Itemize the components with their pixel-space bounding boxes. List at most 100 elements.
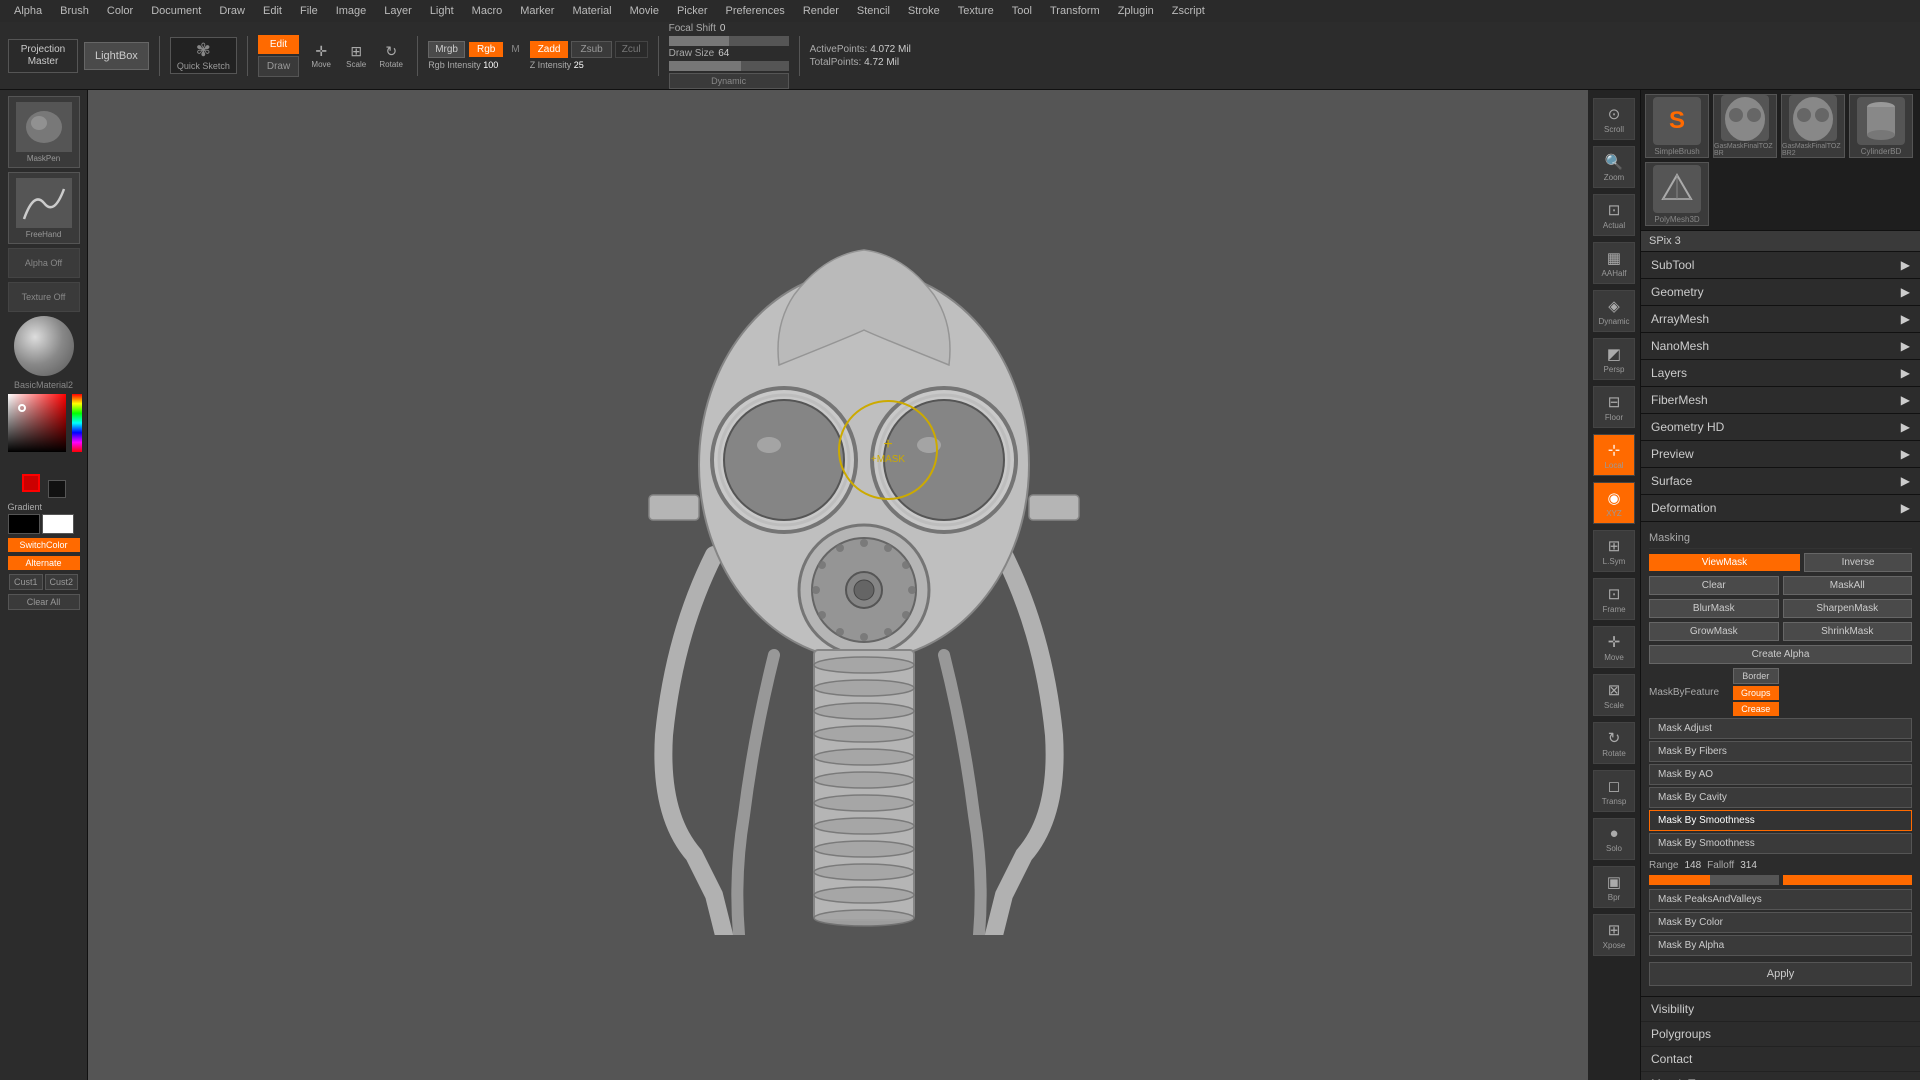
- growmask-button[interactable]: GrowMask: [1649, 622, 1779, 641]
- preview-header[interactable]: Preview ▶: [1641, 441, 1920, 467]
- cust1-button[interactable]: Cust1: [9, 574, 43, 590]
- brush-freehand[interactable]: FreeHand: [8, 172, 80, 244]
- fibermesh-header[interactable]: FiberMesh ▶: [1641, 387, 1920, 413]
- lsym-nav-button[interactable]: ⊞ L.Sym: [1593, 530, 1635, 572]
- xyz-nav-button[interactable]: ◉ XYZ: [1593, 482, 1635, 524]
- brush-maskpen[interactable]: MaskPen: [8, 96, 80, 168]
- geometry-header[interactable]: Geometry ▶: [1641, 279, 1920, 305]
- mask-by-ao-button[interactable]: Mask By AO: [1649, 764, 1912, 785]
- layers-header[interactable]: Layers ▶: [1641, 360, 1920, 386]
- color-picker[interactable]: [8, 394, 80, 458]
- xpose-nav-button[interactable]: ⊞ Xpose: [1593, 914, 1635, 956]
- zcul-button[interactable]: Zcul: [615, 41, 648, 58]
- texture-off-item[interactable]: Texture Off: [8, 282, 80, 312]
- visibility-item[interactable]: Visibility: [1641, 997, 1920, 1022]
- brush-preset-cylinder[interactable]: CylinderBD: [1849, 94, 1913, 158]
- menu-stroke[interactable]: Stroke: [900, 3, 948, 19]
- brush-preset-gasmask1[interactable]: GasMaskFinalTOZBR: [1713, 94, 1777, 158]
- contact-item[interactable]: Contact: [1641, 1047, 1920, 1072]
- persp-nav-button[interactable]: ◩ Persp: [1593, 338, 1635, 380]
- morph-target-item[interactable]: Morph Target: [1641, 1072, 1920, 1080]
- switch-color-button[interactable]: SwitchColor: [8, 538, 80, 552]
- menu-transform[interactable]: Transform: [1042, 3, 1108, 19]
- mrgb-button[interactable]: Mrgb: [428, 41, 465, 58]
- groups-button[interactable]: Groups: [1733, 686, 1779, 700]
- canvas-background[interactable]: + +MASK: [88, 90, 1640, 1080]
- local-nav-button[interactable]: ⊹ Local: [1593, 434, 1635, 476]
- solo-nav-button[interactable]: ● Solo: [1593, 818, 1635, 860]
- menu-zscript[interactable]: Zscript: [1164, 3, 1213, 19]
- menu-image[interactable]: Image: [328, 3, 375, 19]
- mask-by-smoothness-button[interactable]: Mask By Smoothness: [1649, 810, 1912, 831]
- cust2-button[interactable]: Cust2: [45, 574, 79, 590]
- surface-header[interactable]: Surface ▶: [1641, 468, 1920, 494]
- mask-by-fibers-button[interactable]: Mask By Fibers: [1649, 741, 1912, 762]
- menu-layer[interactable]: Layer: [376, 3, 420, 19]
- menu-alpha[interactable]: Alpha: [6, 3, 50, 19]
- arraymesh-header[interactable]: ArrayMesh ▶: [1641, 306, 1920, 332]
- inverse-button[interactable]: Inverse: [1804, 553, 1912, 572]
- border-button[interactable]: Border: [1733, 668, 1779, 684]
- alternate-button[interactable]: Alternate: [8, 556, 80, 570]
- rotate-nav-button[interactable]: ↻ Rotate: [1593, 722, 1635, 764]
- rgb-button[interactable]: Rgb: [469, 42, 503, 57]
- draw-button[interactable]: Draw: [258, 56, 299, 77]
- transp-nav-button[interactable]: ◻ Transp: [1593, 770, 1635, 812]
- focal-shift-slider[interactable]: [669, 36, 789, 46]
- mask-by-cavity-button[interactable]: Mask By Cavity: [1649, 787, 1912, 808]
- alpha-off-item[interactable]: Alpha Off: [8, 248, 80, 278]
- shrinkmask-button[interactable]: ShrinkMask: [1783, 622, 1913, 641]
- menu-color[interactable]: Color: [99, 3, 141, 19]
- move-tool[interactable]: ✛ Move: [305, 43, 337, 69]
- scroll-nav-button[interactable]: ⊙ Scroll: [1593, 98, 1635, 140]
- mask-by-alpha-button[interactable]: Mask By Alpha: [1649, 935, 1912, 956]
- apply-button[interactable]: Apply: [1649, 962, 1912, 986]
- mask-adjust-button[interactable]: Mask Adjust: [1649, 718, 1912, 739]
- sharpenmask-button[interactable]: SharpenMask: [1783, 599, 1913, 618]
- draw-size-slider[interactable]: [669, 61, 789, 71]
- menu-draw[interactable]: Draw: [211, 3, 253, 19]
- clear-mask-button[interactable]: Clear: [1649, 576, 1779, 595]
- actual-nav-button[interactable]: ⊡ Actual: [1593, 194, 1635, 236]
- menu-marker[interactable]: Marker: [512, 3, 562, 19]
- background-color[interactable]: [48, 480, 66, 498]
- createalpha-button[interactable]: Create Alpha: [1649, 645, 1912, 664]
- swatch-white[interactable]: [42, 514, 74, 534]
- menu-document[interactable]: Document: [143, 3, 209, 19]
- scale-nav-button[interactable]: ⊠ Scale: [1593, 674, 1635, 716]
- menu-preferences[interactable]: Preferences: [718, 3, 793, 19]
- menu-zplugin[interactable]: Zplugin: [1110, 3, 1162, 19]
- dynamic-button[interactable]: Dynamic: [669, 73, 789, 89]
- maskall-button[interactable]: MaskAll: [1783, 576, 1913, 595]
- deformation-header[interactable]: Deformation ▶: [1641, 495, 1920, 521]
- geometryhd-header[interactable]: Geometry HD ▶: [1641, 414, 1920, 440]
- frame-nav-button[interactable]: ⊡ Frame: [1593, 578, 1635, 620]
- blurmask-button[interactable]: BlurMask: [1649, 599, 1779, 618]
- menu-stencil[interactable]: Stencil: [849, 3, 898, 19]
- polygroups-item[interactable]: Polygroups: [1641, 1022, 1920, 1047]
- mask-by-smoothness2-button[interactable]: Mask By Smoothness: [1649, 833, 1912, 854]
- nanomesh-header[interactable]: NanoMesh ▶: [1641, 333, 1920, 359]
- brush-preset-simplebr[interactable]: S SimpleBrush: [1645, 94, 1709, 158]
- range-slider-bar[interactable]: [1649, 875, 1779, 885]
- menu-macro[interactable]: Macro: [464, 3, 511, 19]
- swatch-black[interactable]: [8, 514, 40, 534]
- color-hue-bar[interactable]: [72, 394, 82, 452]
- material-sphere[interactable]: [14, 316, 74, 376]
- menu-edit[interactable]: Edit: [255, 3, 290, 19]
- menu-material[interactable]: Material: [564, 3, 619, 19]
- menu-picker[interactable]: Picker: [669, 3, 716, 19]
- move-nav-button[interactable]: ✛ Move: [1593, 626, 1635, 668]
- zsub-button[interactable]: Zsub: [571, 41, 611, 58]
- falloff-slider-bar[interactable]: [1783, 875, 1913, 885]
- menu-render[interactable]: Render: [795, 3, 847, 19]
- menu-texture[interactable]: Texture: [950, 3, 1002, 19]
- quick-sketch-area[interactable]: ✾ Quick Sketch: [170, 37, 237, 74]
- menu-tool[interactable]: Tool: [1004, 3, 1040, 19]
- dynamic-nav-button[interactable]: ◈ Dynamic: [1593, 290, 1635, 332]
- menu-brush[interactable]: Brush: [52, 3, 97, 19]
- subtool-header[interactable]: SubTool ▶: [1641, 252, 1920, 278]
- menu-light[interactable]: Light: [422, 3, 462, 19]
- aahalf-nav-button[interactable]: ▦ AAHalf: [1593, 242, 1635, 284]
- menu-file[interactable]: File: [292, 3, 326, 19]
